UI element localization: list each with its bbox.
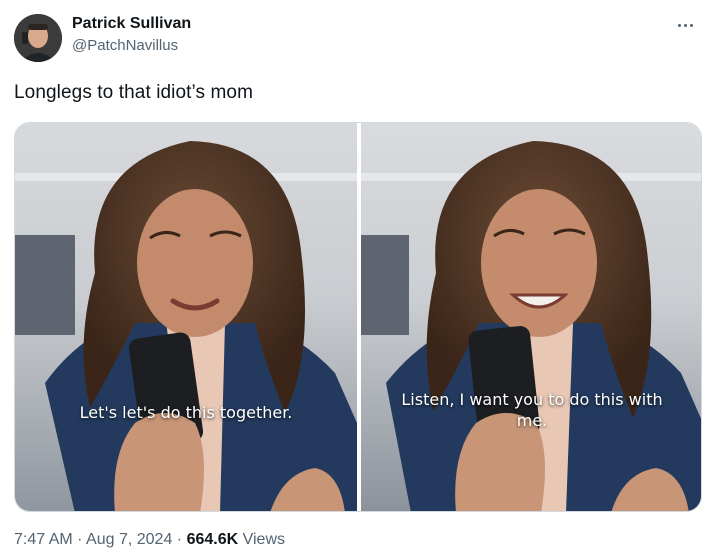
more-options-icon[interactable] [672, 14, 698, 36]
author-avatar[interactable] [14, 14, 62, 62]
views-count: 664.6K [186, 531, 239, 548]
media-image-1[interactable]: Let's let's do this together. [15, 123, 357, 511]
author-handle[interactable]: @PatchNavillus [72, 37, 178, 54]
avatar-image [14, 14, 62, 62]
tweet-metadata: 7:47 AM · Aug 7, 2024 · 664.6K Views [14, 531, 285, 549]
photo-woman-phone-2 [361, 123, 701, 511]
photo-woman-phone-1 [15, 123, 357, 511]
tweet-timestamp-time[interactable]: 7:47 AM [14, 531, 73, 548]
media-caption-2: Listen, I want you to do this with me. [401, 390, 663, 430]
views-label: Views [238, 531, 285, 548]
media-image-2[interactable]: Listen, I want you to do this with me. [361, 123, 701, 511]
meta-separator: · [72, 531, 87, 548]
media-caption-1: Let's let's do this together. [79, 403, 293, 422]
tweet-timestamp-date[interactable]: Aug 7, 2024 [86, 531, 172, 548]
tweet-card: Patrick Sullivan @PatchNavillus Longlegs… [0, 0, 710, 558]
media-grid[interactable]: Let's let's do this together. Listen, I … [14, 122, 702, 512]
tweet-text: Longlegs to that idiot’s mom [14, 82, 254, 103]
author-display-name[interactable]: Patrick Sullivan [72, 15, 191, 33]
meta-separator: · [172, 531, 187, 548]
